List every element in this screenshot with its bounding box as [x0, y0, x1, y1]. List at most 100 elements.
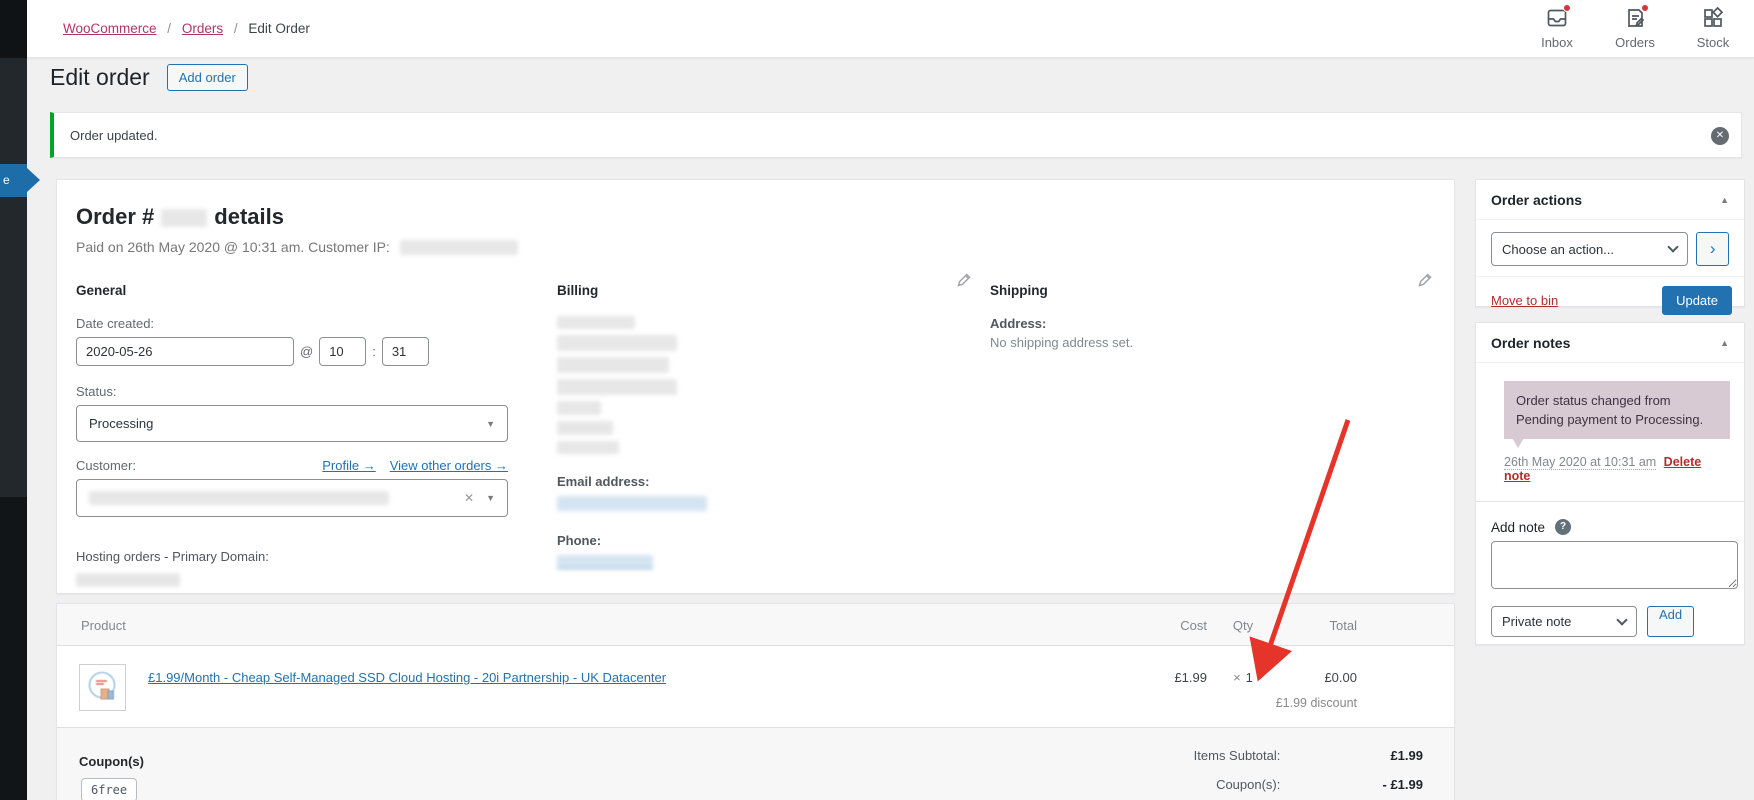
shipping-address-label: Address: — [990, 316, 1047, 331]
shipping-column: Shipping Address: No shipping address se… — [952, 283, 1435, 587]
hour-input[interactable] — [319, 337, 367, 366]
move-to-bin-link[interactable]: Move to bin — [1491, 293, 1558, 308]
coupons-heading: Coupon(s) — [79, 754, 144, 769]
shipping-address-value: No shipping address set. — [990, 335, 1134, 350]
line-item-row: £1.99/Month - Cheap Self-Managed SSD Clo… — [57, 646, 1454, 728]
orders-icon — [1623, 4, 1649, 30]
chevron-down-icon — [1616, 613, 1628, 626]
item-cost: £1.99 — [1174, 670, 1207, 685]
order-title-prefix: Order # — [76, 204, 155, 229]
breadcrumb-separator: / — [233, 21, 238, 36]
collapse-toggle-icon[interactable]: ▲ — [1720, 195, 1729, 205]
add-note-textarea[interactable] — [1491, 541, 1738, 589]
customer-select[interactable]: ✕ ▼ — [76, 479, 508, 517]
date-created-input[interactable] — [76, 337, 294, 366]
topbar: WooCommerce / Orders / Edit Order Inbox … — [27, 0, 1754, 58]
tab-orders[interactable]: Orders — [1596, 4, 1674, 50]
item-total: £0.00 — [1324, 670, 1357, 685]
add-note-button[interactable]: Add — [1647, 606, 1695, 637]
order-updated-notice: Order updated. ✕ — [50, 112, 1742, 158]
order-actions-heading: Order actions — [1491, 191, 1583, 208]
order-title: Order # details — [76, 204, 1435, 230]
admin-rail-bottom — [0, 497, 27, 800]
order-notes-panel: Order notes ▲ Order status changed from … — [1475, 322, 1745, 645]
breadcrumb-orders-link[interactable]: Orders — [182, 21, 223, 36]
tab-stock[interactable]: Stock — [1674, 6, 1752, 50]
primary-domain-redacted — [76, 573, 180, 587]
chevron-down-icon: ▼ — [486, 493, 495, 503]
billing-column: Billing Email address: Phone: — [530, 283, 952, 587]
customer-ip-redacted — [399, 240, 518, 255]
tab-orders-label: Orders — [1615, 35, 1655, 50]
order-note: Order status changed from Pending paymen… — [1504, 381, 1730, 448]
billing-redacted-line — [557, 316, 635, 329]
general-heading: General — [76, 283, 127, 298]
admin-menu-active-item[interactable]: e — [0, 164, 27, 197]
chevron-down-icon — [1667, 241, 1680, 253]
admin-rail-top — [0, 0, 27, 58]
item-discount-note: £1.99 discount — [1275, 696, 1357, 710]
shipping-heading: Shipping — [990, 283, 1048, 298]
breadcrumb-woocommerce-link[interactable]: WooCommerce — [63, 21, 157, 36]
tab-inbox-label: Inbox — [1541, 35, 1573, 50]
order-totals-section: Coupon(s) 6free Items Subtotal: £1.99 Co… — [57, 728, 1454, 800]
chevron-down-icon: ▼ — [486, 418, 495, 429]
edit-shipping-pencil-icon[interactable] — [1417, 272, 1433, 288]
clear-customer-icon[interactable]: ✕ — [464, 491, 474, 505]
apply-action-button[interactable]: › — [1696, 232, 1729, 266]
stock-icon — [1701, 6, 1725, 30]
inbox-icon — [1545, 4, 1571, 30]
status-label: Status: — [76, 384, 117, 399]
at-symbol: @ — [300, 344, 314, 359]
billing-redacted-line — [557, 421, 613, 435]
tab-stock-label: Stock — [1696, 35, 1730, 50]
minute-input[interactable] — [381, 337, 429, 366]
view-other-orders-link[interactable]: View other orders → — [390, 458, 508, 473]
product-thumbnail — [79, 664, 126, 711]
breadcrumb: WooCommerce / Orders / Edit Order — [63, 21, 310, 36]
paid-line: Paid on 26th May 2020 @ 10:31 am. Custom… — [76, 239, 1435, 255]
coupon-tag[interactable]: 6free — [81, 778, 138, 800]
product-name-link[interactable]: £1.99/Month - Cheap Self-Managed SSD Clo… — [148, 670, 666, 685]
customer-name-redacted — [89, 491, 389, 505]
billing-redacted-line — [557, 441, 619, 454]
collapse-toggle-icon[interactable]: ▲ — [1720, 338, 1729, 348]
notice-message: Order updated. — [70, 127, 158, 143]
items-subtotal-row: Items Subtotal: £1.99 — [1193, 748, 1423, 763]
billing-redacted-line — [557, 335, 677, 351]
add-note-label: Add note — [1491, 519, 1546, 535]
dismiss-notice-button[interactable]: ✕ — [1711, 127, 1729, 145]
customer-label: Customer: — [76, 458, 136, 473]
column-product: Product — [81, 618, 126, 633]
edit-billing-pencil-icon[interactable] — [956, 272, 972, 288]
status-select[interactable]: Processing ▼ — [76, 405, 508, 442]
billing-heading: Billing — [557, 283, 599, 298]
general-column: General Date created: @ : Status: Proces… — [76, 283, 530, 587]
page-title: Edit order — [50, 64, 150, 90]
tab-inbox[interactable]: Inbox — [1518, 4, 1596, 50]
note-type-select[interactable]: Private note — [1491, 606, 1637, 637]
coupons-total-row: Coupon(s): - £1.99 — [1216, 777, 1423, 792]
line-items-panel: Product Cost Qty Total £1.99/Month - Che… — [56, 603, 1455, 800]
email-address-label: Email address: — [557, 474, 650, 489]
profile-link[interactable]: Profile → — [322, 458, 375, 473]
status-value: Processing — [89, 416, 154, 431]
order-number-redacted — [161, 209, 208, 227]
note-date: 26th May 2020 at 10:31 am — [1504, 455, 1657, 470]
column-total: Total — [1329, 618, 1357, 633]
add-order-button[interactable]: Add order — [166, 64, 248, 91]
billing-redacted-line — [557, 357, 669, 373]
update-button[interactable]: Update — [1662, 286, 1732, 315]
billing-redacted-line — [557, 379, 677, 395]
phone-label: Phone: — [557, 533, 602, 548]
inbox-unread-badge — [1563, 4, 1571, 12]
order-data-panel: Order # details Paid on 26th May 2020 @ 1… — [56, 179, 1455, 594]
help-icon[interactable]: ? — [1555, 519, 1572, 535]
order-action-select[interactable]: Choose an action... — [1491, 232, 1689, 266]
email-redacted — [557, 496, 707, 511]
billing-redacted-line — [557, 401, 601, 415]
phone-redacted[interactable] — [557, 555, 653, 569]
time-separator: : — [372, 344, 376, 359]
order-title-suffix: details — [214, 204, 284, 229]
breadcrumb-separator: / — [167, 21, 172, 36]
